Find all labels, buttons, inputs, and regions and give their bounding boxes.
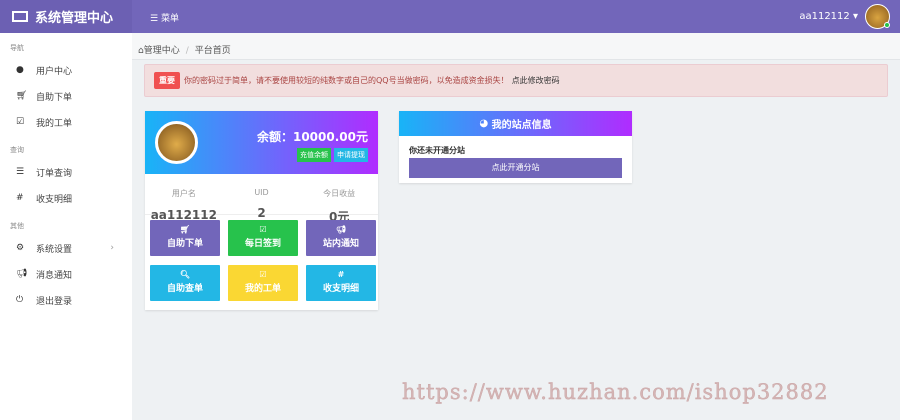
site-info-header: ◕ 我的站点信息	[399, 111, 632, 136]
caret-down-icon: ▾	[852, 11, 858, 22]
monitor-icon	[12, 11, 28, 22]
sidebar-item-label: 消息通知	[36, 270, 73, 281]
username: aa112112	[799, 11, 850, 22]
user-icon: ●	[16, 65, 24, 75]
avatar[interactable]	[865, 4, 890, 29]
user-card-header: 余额：10000.00元 充值余额 申请提现	[145, 111, 378, 174]
breadcrumb-current: 平台首页	[194, 46, 231, 56]
tile-label: 自助查单	[166, 284, 203, 294]
stat-label: 今日收益	[323, 189, 356, 198]
quick-actions: 🛒︎ 自助下单 ☑ 每日签到 📢︎ 站内通知 🔍︎ 自助查单 ☑ 我的工单 # 收支明细	[145, 215, 378, 301]
user-card: 余额：10000.00元 充值余额 申请提现 用户名 aa112112 UID 2 …	[145, 111, 378, 310]
chevron-right-icon: ›	[110, 243, 114, 253]
user-dropdown[interactable]: aa112112 ▾	[799, 11, 858, 22]
watermark: https://www.huzhan.com/ishop32882	[402, 380, 829, 404]
sidebar-item-label: 我的工单	[36, 118, 73, 129]
tile-self-order[interactable]: 🛒︎ 自助下单	[150, 220, 220, 256]
hash-icon: #	[16, 193, 24, 203]
stat-value: aa112112	[150, 208, 217, 222]
sidebar-section-title: 其他	[10, 222, 24, 230]
tile-label: 我的工单	[244, 284, 281, 294]
edit-icon: ☑	[259, 270, 267, 279]
tile-label: 收支明细	[322, 284, 359, 294]
stat-label: 用户名	[171, 189, 196, 198]
stat-value: 2	[257, 206, 266, 220]
check-icon: ☑	[259, 225, 267, 234]
user-avatar	[155, 121, 198, 164]
cart-icon: 🛒︎	[16, 91, 28, 101]
alert-message: 你的密码过于简单，请不要使用较短的纯数字或自己的QQ号当做密码，以免造成资金损失…	[184, 76, 509, 85]
sidebar-item-order-query[interactable]: ☰ 订单查询	[0, 159, 132, 185]
bullhorn-icon: 📢︎	[335, 225, 347, 234]
sidebar-item-transactions[interactable]: # 收支明细	[0, 185, 132, 211]
tile-daily-checkin[interactable]: ☑ 每日签到	[228, 220, 298, 256]
breadcrumb-separator: /	[185, 46, 189, 56]
sidebar-item-label: 系统设置	[36, 244, 73, 255]
hash-icon: #	[337, 270, 345, 279]
cart-icon: 🛒︎	[179, 225, 191, 234]
online-status-dot	[884, 22, 890, 28]
stat-label: UID	[254, 188, 269, 197]
sidebar-item-label: 自助下单	[36, 92, 73, 103]
sidebar: 导航 ● 用户中心 🛒︎ 自助下单 ☑ 我的工单 查询 ☰ 订单查询 # 收支明细 其他 …	[0, 33, 132, 420]
sidebar-item-user-center[interactable]: ● 用户中心	[0, 57, 132, 83]
change-password-link[interactable]: 点此修改密码	[512, 75, 560, 86]
tile-site-notice[interactable]: 📢︎ 站内通知	[306, 220, 376, 256]
brand[interactable]: 系统管理中心	[0, 0, 132, 33]
stat-uid: UID 2	[223, 174, 301, 220]
tile-order-lookup[interactable]: 🔍︎ 自助查单	[150, 265, 220, 301]
globe-icon: ◕	[479, 118, 492, 129]
brand-title: 系统管理中心	[35, 11, 114, 26]
tile-transactions[interactable]: # 收支明细	[306, 265, 376, 301]
recharge-button[interactable]: 充值余额	[297, 148, 331, 162]
menu-icon: ☰	[150, 14, 161, 24]
breadcrumb-home[interactable]: 管理中心	[144, 46, 180, 56]
sidebar-item-self-order[interactable]: 🛒︎ 自助下单	[0, 83, 132, 109]
sidebar-item-label: 订单查询	[36, 168, 73, 179]
site-info-card: ◕ 我的站点信息 你还未开通分站 点此开通分站	[399, 111, 632, 183]
sidebar-item-notifications[interactable]: 📢︎ 消息通知	[0, 261, 132, 287]
important-badge: 重要	[154, 72, 180, 89]
withdraw-button[interactable]: 申请提现	[334, 148, 368, 162]
menu-label: 菜单	[160, 14, 179, 24]
bullhorn-icon: 📢︎	[16, 269, 28, 279]
tile-my-tickets[interactable]: ☑ 我的工单	[228, 265, 298, 301]
search-icon: 🔍︎	[179, 270, 191, 279]
check-square-icon: ☑	[16, 117, 25, 127]
stat-username: 用户名 aa112112	[145, 174, 223, 222]
top-header: 系统管理中心 ☰ 菜单 aa112112 ▾	[0, 0, 900, 33]
balance: 余额：10000.00元	[256, 130, 368, 144]
sidebar-item-my-tickets[interactable]: ☑ 我的工单	[0, 109, 132, 135]
open-substation-button[interactable]: 点此开通分站	[409, 158, 622, 178]
tile-label: 站内通知	[322, 239, 359, 249]
password-alert: 重要 你的密码过于简单，请不要使用较短的纯数字或自己的QQ号当做密码，以免造成资…	[144, 64, 888, 97]
sidebar-item-settings[interactable]: ⚙ 系统设置 ›	[0, 235, 132, 261]
breadcrumb: ⌂管理中心 / 平台首页	[132, 33, 900, 60]
stat-today-income: 今日收益 0元	[300, 174, 378, 224]
tile-label: 每日签到	[244, 239, 281, 249]
sidebar-section-title: 查询	[10, 146, 24, 154]
sidebar-item-label: 收支明细	[36, 194, 73, 205]
user-stats: 用户名 aa112112 UID 2 今日收益 0元	[145, 174, 378, 224]
list-icon: ☰	[16, 167, 25, 177]
sidebar-item-label: 用户中心	[36, 66, 73, 77]
sidebar-item-label: 退出登录	[36, 296, 73, 307]
power-icon: ⏻	[16, 295, 24, 305]
site-info-title: 我的站点信息	[491, 120, 552, 131]
sidebar-item-logout[interactable]: ⏻ 退出登录	[0, 287, 132, 313]
sidebar-section-title: 导航	[10, 44, 24, 52]
settings-icon: ⚙	[16, 243, 25, 253]
tile-label: 自助下单	[166, 239, 203, 249]
site-status-text: 你还未开通分站	[409, 146, 465, 155]
menu-toggle[interactable]: ☰ 菜单	[150, 11, 179, 24]
